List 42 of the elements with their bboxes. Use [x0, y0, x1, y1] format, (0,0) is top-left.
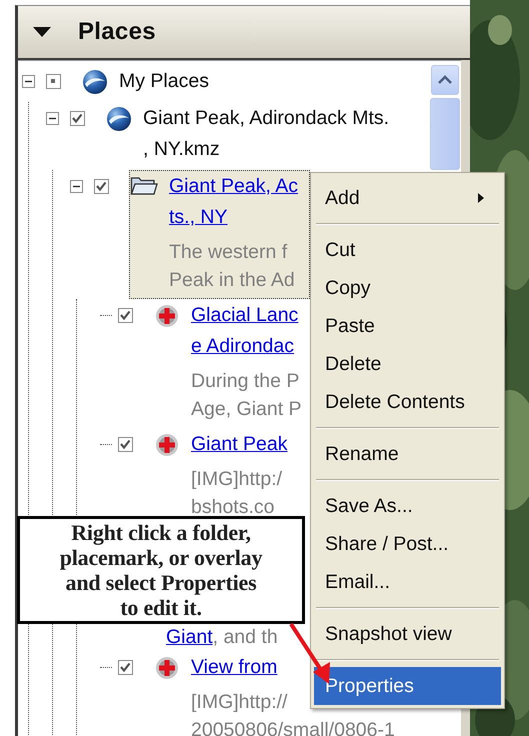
collapse-icon[interactable]	[70, 180, 83, 193]
chevron-up-icon	[436, 75, 452, 85]
cross-icon	[154, 303, 180, 329]
item-label[interactable]: My Places	[119, 66, 209, 97]
selection-highlight[interactable]: Giant Peak, Ac ts., NY The western f Peak in the Ad	[129, 170, 310, 299]
collapse-icon[interactable]	[22, 75, 35, 88]
checkbox[interactable]	[46, 74, 61, 89]
checkbox[interactable]	[70, 111, 85, 126]
item-link[interactable]: Giant Peak	[191, 429, 288, 460]
item-label[interactable]: Giant Peak, Adirondack Mts. , NY.kmz	[143, 103, 390, 165]
globe-icon	[106, 106, 132, 132]
menu-item[interactable]: Save As...	[314, 487, 501, 525]
link[interactable]: Giant	[166, 626, 213, 648]
item-description: During the P Age, Giant P	[191, 369, 302, 422]
menu-item[interactable]: Email...	[314, 563, 501, 601]
globe-icon	[82, 69, 108, 95]
item-description: The western f Peak in the Ad	[169, 240, 295, 293]
scroll-up-button[interactable]	[430, 65, 458, 95]
description-text: , and th	[212, 626, 278, 648]
panel-title: Places	[78, 18, 156, 46]
checkbox[interactable]	[118, 660, 133, 675]
menu-item[interactable]: Rename	[314, 435, 501, 473]
menu-item[interactable]: Cut	[314, 231, 501, 269]
menu-item[interactable]: Add	[314, 179, 501, 217]
cross-icon	[154, 655, 180, 681]
menu-item[interactable]: Copy	[314, 269, 501, 307]
menu-item[interactable]: Paste	[314, 307, 501, 345]
item-link[interactable]: View from	[191, 652, 278, 683]
collapse-icon[interactable]	[46, 112, 59, 125]
menu-item[interactable]: Share / Post...	[314, 525, 501, 563]
item-description: [IMG]http:/ bshots.co	[191, 467, 282, 520]
scrollbar-thumb[interactable]	[430, 98, 460, 170]
checkbox[interactable]	[94, 179, 109, 194]
callout-text: Right click a folder, placemark, or overlay and select Properties to edit it.	[60, 520, 262, 620]
menu-item[interactable]: Delete Contents	[314, 383, 501, 421]
item-link[interactable]: Glacial Lanc e Adirondac	[191, 300, 298, 362]
cross-icon	[154, 432, 180, 458]
item-link[interactable]: Giant Peak, Ac ts., NY	[169, 171, 298, 233]
checkbox[interactable]	[118, 437, 133, 452]
menu-item[interactable]: Snapshot view	[314, 615, 501, 653]
checkbox[interactable]	[118, 308, 133, 323]
menu-item[interactable]: Delete	[314, 345, 501, 383]
